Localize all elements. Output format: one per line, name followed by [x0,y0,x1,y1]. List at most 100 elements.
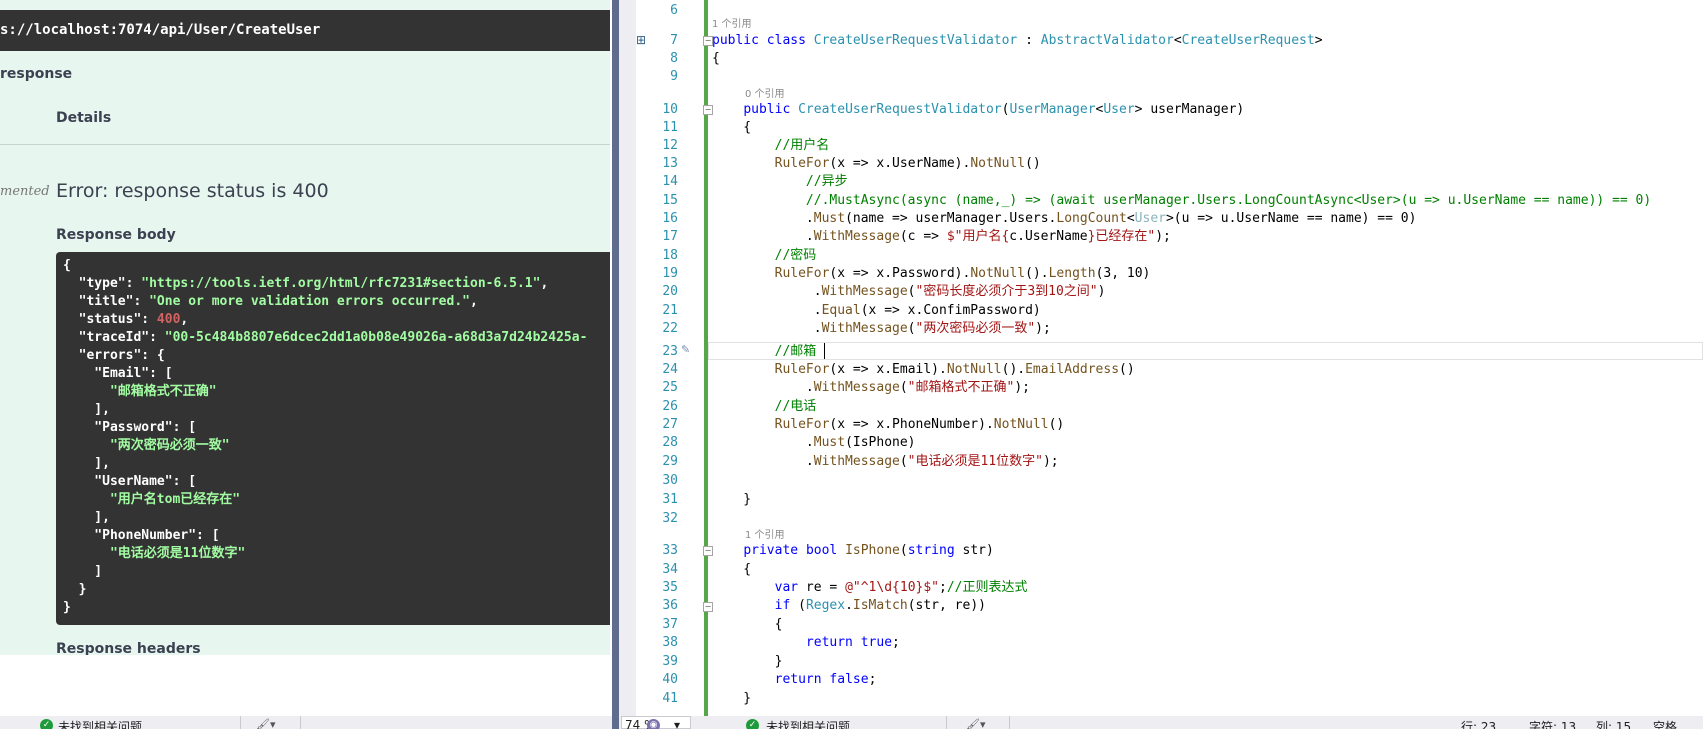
json-line: ], [63,456,110,471]
json-line: "UserName": [ [63,474,197,489]
line-number: 35 [662,580,678,595]
line-number: 8 [670,51,678,66]
details-column-header: Details [56,110,112,126]
line-indicator[interactable]: 行: 23 [1461,718,1496,729]
line-number: 22 [662,321,678,336]
column-indicator[interactable]: 列: 15 [1596,718,1631,729]
code-line: .WithMessage("邮箱格式不正确"); [712,380,1030,395]
code-line: .Must(name => userManager.Users.LongCoun… [712,211,1417,226]
code-comment: //用户名 [712,138,830,153]
editor-status-bar: 74 % ▾ ◉ ✓ 未找到相关问题 🖌▾ 行: 23 字符: 13 列: 15… [619,716,1703,729]
error-status-text: Error: response status is 400 [56,180,329,202]
line-number: 9 [670,69,678,84]
line-number: 20 [662,284,678,299]
check-circle-icon: ✓ [746,719,759,729]
json-line: } [63,582,87,597]
line-number: 31 [662,492,678,507]
json-line: "两次密码必须一致" [63,438,230,453]
copilot-icon[interactable]: ◉ [647,719,660,729]
json-status-value: 400 [156,312,181,327]
code-line: } [712,691,752,706]
codelens-references[interactable]: 1 个引用 [712,18,752,32]
quick-action-brush-icon[interactable]: ✎ [681,343,690,356]
line-number: 15 [662,193,678,208]
json-line: { [63,258,71,273]
line-number: 40 [662,672,678,687]
text-caret [824,343,825,359]
editor-margin-strip [619,0,636,729]
code-line: private bool IsPhone(string str) [743,543,994,558]
line-number: 23 [662,344,678,359]
status-separator [240,716,241,729]
line-number: 26 [662,399,678,414]
status-separator [946,716,947,729]
request-url: s://localhost:7074/api/User/CreateUser [0,10,610,51]
line-number: 24 [662,362,678,377]
json-line: "电话必须是11位数字" [63,546,246,561]
line-number: 21 [662,303,678,318]
line-number: 6 [670,3,678,18]
json-line: "Password": [ [63,420,197,435]
chevron-down-icon: ▾ [674,718,681,729]
response-body-code[interactable]: { "type": "https://tools.ietf.org/html/r… [56,252,610,625]
line-number: 30 [662,473,678,488]
code-editor[interactable]: ⊞ 6 7 8 9 10 11 12 13 14 15 16 17 18 19 … [636,0,1703,716]
response-headers-title: Response headers [56,641,201,655]
status-separator [1009,716,1010,729]
code-line: if (Regex.IsMatch(str, re)) [774,598,986,613]
line-number: 37 [662,617,678,632]
code-line: } [712,654,783,669]
json-line: "Email": [ [63,366,173,381]
line-number: 29 [662,454,678,469]
json-type-value: "https://tools.ietf.org/html/rfc7231#sec… [141,276,541,291]
line-number: 13 [662,156,678,171]
line-number: 27 [662,417,678,432]
json-line: ], [63,402,110,417]
line-number: 11 [662,120,678,135]
json-line: "traceId": "00-5c484b8807e6dcec2dd1a0b08… [63,330,588,345]
code-line: RuleFor(x => x.Password).NotNull().Lengt… [774,266,1151,281]
issues-status-text[interactable]: 未找到相关问题 [766,718,850,729]
code-line: { [712,617,783,632]
code-line: var re = @"^1\d{10}$";//正则表达式 [774,580,1028,595]
json-line: "errors": { [63,348,165,363]
line-number: 14 [662,174,678,189]
line-number: 19 [662,266,678,281]
code-line: .Equal(x => x.ConfimPassword) [712,303,1041,318]
divider [0,144,610,145]
json-title-value: "One or more validation errors occurred.… [149,294,470,309]
json-line: ], [63,510,110,525]
line-number: 17 [662,229,678,244]
code-line: .WithMessage(c => $"用户名{c.UserName}已经存在"… [712,229,1171,244]
json-line: ] [63,564,103,579]
code-comment: //异步 [712,174,848,189]
issues-status-text[interactable]: 未找到相关问题 [58,718,142,729]
char-indicator[interactable]: 字符: 13 [1529,718,1576,729]
code-line: public CreateUserRequestValidator(UserMa… [743,102,1245,117]
json-line: } [63,600,71,615]
json-line: "type": "https://tools.ietf.org/html/rfc… [63,276,549,291]
code-cleanup-brush-icon[interactable]: 🖌▾ [966,718,986,729]
codelens-references[interactable]: 0 个引用 [745,88,785,102]
indent-indicator[interactable]: 空格 [1653,718,1677,729]
code-comment: //电话 [712,399,817,414]
code-cleanup-brush-icon[interactable]: 🖌▾ [256,718,276,729]
json-traceid-value: "00-5c484b8807e6dcec2dd1a0b08e49026a-a68… [164,330,588,345]
line-number: 25 [662,380,678,395]
line-number: 16 [662,211,678,226]
line-number: 38 [662,635,678,650]
line-number: 7 [670,33,678,48]
left-status-bar: ✓ 未找到相关问题 🖌▾ [0,716,612,729]
code-line: { [712,562,752,577]
window-splitter[interactable] [612,0,619,729]
line-number: 28 [662,435,678,450]
line-number: 39 [662,654,678,669]
codelens-references[interactable]: 1 个引用 [745,529,785,543]
json-line: "title": "One or more validation errors … [63,294,478,309]
line-number: 41 [662,691,678,706]
json-line: "status": 400, [63,312,189,327]
line-number: 18 [662,248,678,263]
json-line: "邮箱格式不正确" [63,384,217,399]
server-response-title: response [0,66,73,82]
line-number: 32 [662,511,678,526]
